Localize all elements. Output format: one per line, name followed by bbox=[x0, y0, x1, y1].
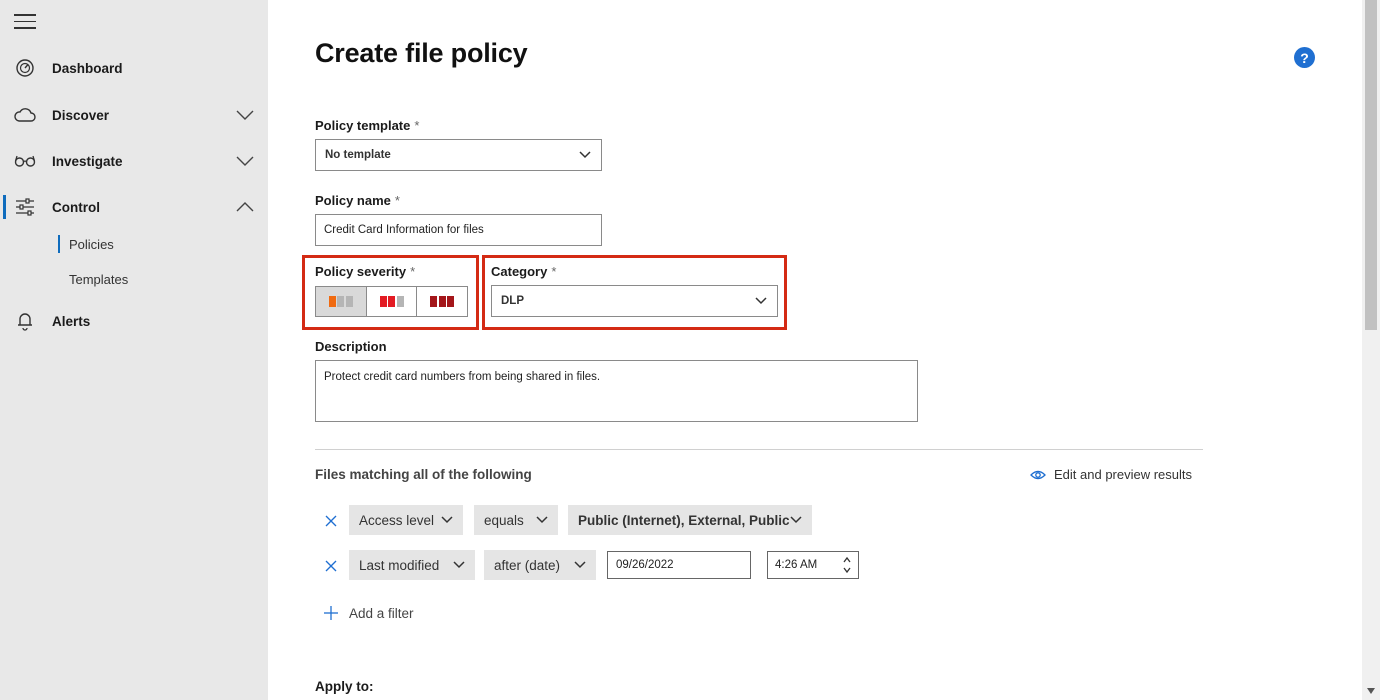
filter-value: Public (Internet), External, Public bbox=[578, 512, 790, 528]
severity-medium-button[interactable] bbox=[367, 287, 418, 316]
scroll-down-arrow-icon[interactable] bbox=[1367, 688, 1375, 694]
edit-preview-link[interactable]: Edit and preview results bbox=[1030, 467, 1192, 482]
filter-operator-select[interactable]: after (date) bbox=[484, 550, 596, 580]
glasses-icon bbox=[14, 150, 36, 172]
apply-to-label: Apply to: bbox=[315, 679, 374, 694]
vertical-scrollbar[interactable] bbox=[1362, 0, 1380, 700]
chevron-down-icon bbox=[536, 516, 548, 524]
chevron-down-icon bbox=[441, 516, 453, 524]
policy-template-label: Policy template * bbox=[315, 118, 420, 133]
app-window: Dashboard Discover Investigate Control P… bbox=[0, 0, 1380, 700]
sub-active-indicator bbox=[58, 235, 60, 253]
sidebar-subitem-policies[interactable]: Policies bbox=[69, 237, 114, 252]
filter-time-input[interactable]: 4:26 AM bbox=[767, 551, 859, 579]
description-label: Description bbox=[315, 339, 387, 354]
policy-name-input[interactable]: Credit Card Information for files bbox=[315, 214, 602, 246]
filter-operator-value: equals bbox=[484, 512, 524, 528]
filter-operator-select[interactable]: equals bbox=[474, 505, 558, 535]
edit-preview-label: Edit and preview results bbox=[1054, 467, 1193, 482]
chevron-down-icon[interactable] bbox=[236, 155, 254, 167]
eye-icon bbox=[1030, 470, 1046, 479]
chevron-down-icon[interactable] bbox=[236, 109, 254, 121]
main-content: Create file policy ? Policy template * No… bbox=[268, 0, 1362, 700]
category-value: DLP bbox=[501, 295, 524, 307]
remove-filter-button[interactable] bbox=[323, 558, 339, 574]
sidebar-item-label: Dashboard bbox=[52, 60, 123, 76]
bell-icon bbox=[14, 310, 36, 332]
severity-low-icon bbox=[328, 296, 353, 307]
filter-field-select[interactable]: Last modified bbox=[349, 550, 475, 580]
filter-field-select[interactable]: Access level bbox=[349, 505, 463, 535]
filter-operator-value: after (date) bbox=[494, 557, 561, 573]
chevron-down-icon bbox=[453, 561, 465, 569]
sliders-icon bbox=[14, 196, 36, 218]
sidebar-item-investigate[interactable]: Investigate bbox=[0, 143, 268, 179]
filter-date-input[interactable]: 09/26/2022 bbox=[607, 551, 751, 579]
add-filter-label: Add a filter bbox=[349, 605, 414, 621]
chevron-down-icon bbox=[790, 516, 802, 524]
close-icon bbox=[325, 515, 337, 527]
page-title: Create file policy bbox=[315, 38, 528, 68]
filters-section-title: Files matching all of the following bbox=[315, 467, 532, 482]
filter-time-value: 4:26 AM bbox=[775, 559, 818, 571]
sidebar-item-label: Discover bbox=[52, 107, 110, 123]
filter-value-select[interactable]: Public (Internet), External, Public bbox=[568, 505, 812, 535]
sidebar: Dashboard Discover Investigate Control P… bbox=[0, 0, 268, 700]
sidebar-item-alerts[interactable]: Alerts bbox=[0, 303, 268, 339]
policy-template-value: No template bbox=[325, 149, 391, 161]
cloud-icon bbox=[14, 104, 36, 126]
add-filter-button[interactable]: Add a filter bbox=[323, 605, 414, 621]
section-divider bbox=[315, 449, 1203, 450]
hamburger-menu-icon[interactable] bbox=[14, 14, 36, 30]
category-select[interactable]: DLP bbox=[491, 285, 778, 317]
severity-high-button[interactable] bbox=[417, 287, 467, 316]
category-label: Category * bbox=[491, 264, 557, 279]
scrollbar-thumb[interactable] bbox=[1365, 0, 1377, 330]
gauge-icon bbox=[14, 57, 36, 79]
sidebar-item-label: Control bbox=[52, 199, 100, 215]
sidebar-item-discover[interactable]: Discover bbox=[0, 97, 268, 133]
plus-icon bbox=[324, 606, 338, 620]
spinner-icon[interactable] bbox=[842, 555, 852, 575]
sidebar-item-control[interactable]: Control bbox=[0, 189, 268, 225]
sidebar-item-dashboard[interactable]: Dashboard bbox=[0, 50, 268, 86]
help-icon[interactable]: ? bbox=[1294, 47, 1315, 68]
filter-field-value: Access level bbox=[359, 512, 435, 528]
chevron-down-icon bbox=[574, 561, 586, 569]
policy-name-label: Policy name * bbox=[315, 193, 400, 208]
policy-severity-label: Policy severity * bbox=[315, 264, 416, 279]
sidebar-subitem-templates[interactable]: Templates bbox=[69, 272, 128, 287]
close-icon bbox=[325, 560, 337, 572]
severity-selector bbox=[315, 286, 468, 317]
chevron-up-icon[interactable] bbox=[236, 201, 254, 213]
severity-medium-icon bbox=[379, 296, 404, 307]
severity-low-button[interactable] bbox=[316, 287, 367, 316]
severity-high-icon bbox=[430, 296, 455, 307]
filter-field-value: Last modified bbox=[359, 557, 440, 573]
sidebar-item-label: Alerts bbox=[52, 313, 91, 329]
policy-template-select[interactable]: No template bbox=[315, 139, 602, 171]
chevron-down-icon bbox=[579, 151, 591, 159]
chevron-down-icon bbox=[755, 297, 767, 305]
description-textarea[interactable]: Protect credit card numbers from being s… bbox=[315, 360, 918, 422]
sidebar-item-label: Investigate bbox=[52, 153, 123, 169]
remove-filter-button[interactable] bbox=[323, 513, 339, 529]
